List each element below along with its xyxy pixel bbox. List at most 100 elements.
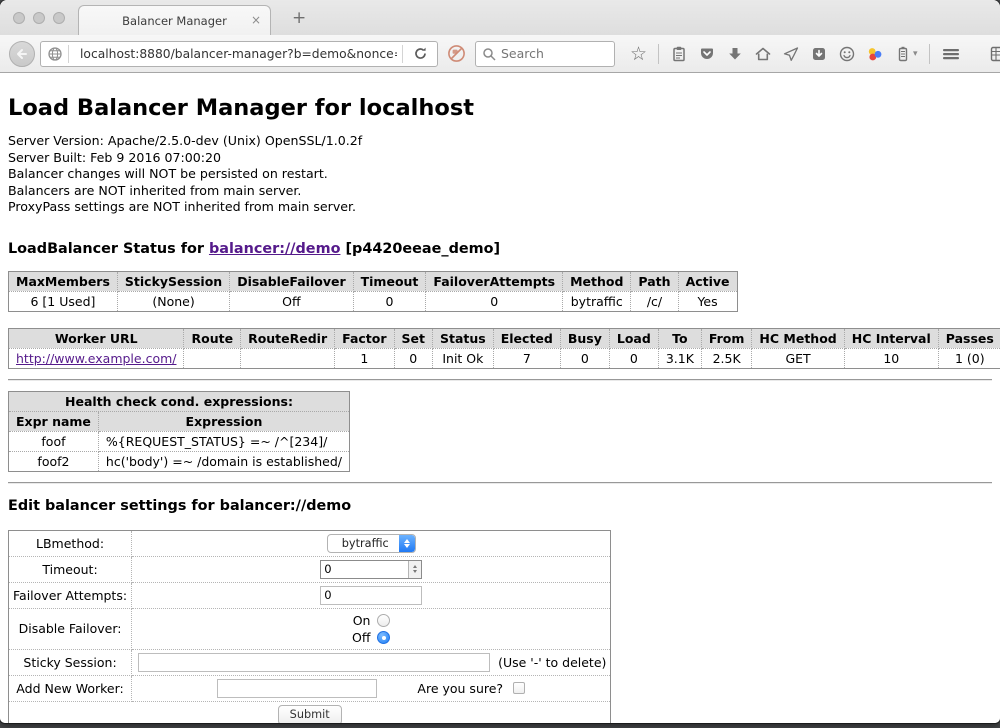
toolbar-right-group [936, 42, 1000, 66]
balancer-demo-link[interactable]: balancer://demo [209, 241, 341, 257]
off-label: Off [352, 630, 370, 645]
timeout-label: Timeout: [9, 556, 132, 582]
form-row-lbmethod: LBmethod: bytraffic [9, 530, 611, 556]
tab-bar: Balancer Manager × + [0, 0, 1000, 35]
health-check-table: Health check cond. expressions: Expr nam… [8, 391, 350, 472]
number-spinner-icon[interactable] [408, 561, 421, 578]
col-maxmembers: MaxMembers [9, 271, 118, 291]
send-plane-icon [782, 45, 800, 63]
failover-attempts-input[interactable] [320, 586, 422, 605]
search-input[interactable] [501, 46, 608, 61]
form-row-timeout: Timeout: [9, 556, 611, 582]
window-zoom-button[interactable] [53, 12, 65, 24]
tab-title: Balancer Manager [122, 14, 227, 28]
toolbar-buttons: ☆ [625, 42, 936, 66]
back-button[interactable] [9, 41, 35, 67]
url-bar[interactable]: localhost:8880/balancer-manager?b=demo&n… [40, 41, 438, 67]
add-worker-label: Add New Worker: [9, 675, 132, 701]
table-row: foof %{REQUEST_STATUS} =~ /^[234]/ [9, 431, 350, 451]
edit-settings-heading: Edit balancer settings for balancer://de… [8, 498, 992, 514]
browser-window: Balancer Manager × + localhost:8880/bala… [0, 0, 1000, 723]
url-text[interactable]: localhost:8880/balancer-manager?b=demo&n… [80, 47, 397, 61]
colors-button[interactable] [861, 42, 889, 66]
col-active: Active [678, 271, 737, 291]
pocket-icon [698, 45, 716, 63]
add-worker-input[interactable] [217, 679, 377, 698]
sticky-session-label: Sticky Session: [9, 649, 132, 675]
pocket-button[interactable] [693, 42, 721, 66]
timeout-input[interactable] [321, 561, 408, 578]
submit-button[interactable]: Submit [278, 705, 342, 723]
block-button[interactable] [447, 44, 466, 63]
page-title: Load Balancer Manager for localhost [8, 95, 992, 121]
sticky-session-input[interactable] [138, 653, 490, 672]
server-info: Server Version: Apache/2.5.0-dev (Unix) … [8, 133, 992, 216]
window-minimize-button[interactable] [33, 12, 45, 24]
worker-url-link[interactable]: http://www.example.com/ [16, 351, 176, 366]
timeout-field-wrap [320, 560, 422, 579]
reload-button[interactable] [408, 43, 433, 64]
smiley-icon [838, 45, 856, 63]
col-expression: Expression [98, 411, 349, 431]
tab-close-icon[interactable]: × [251, 14, 261, 26]
back-arrow-icon [15, 47, 29, 61]
bookmark-star-button[interactable]: ☆ [625, 42, 652, 66]
table-row: http://www.example.com/ 1 0 Init Ok 7 0 … [9, 348, 1000, 368]
clipboard-button[interactable] [665, 42, 693, 66]
lbmethod-select[interactable]: bytraffic [327, 534, 416, 553]
add-worker-cell: Are you sure? [136, 679, 606, 698]
urlbar-divider [68, 45, 69, 63]
edit-balancer-form: LBmethod: bytraffic Timeout: [8, 530, 611, 723]
status-heading-prefix: LoadBalancer Status for [8, 241, 209, 257]
form-row-sticky: Sticky Session: (Use '-' to delete) [9, 649, 611, 675]
panel-button[interactable] [984, 42, 1000, 66]
sticky-cell: (Use '-' to delete) [136, 653, 606, 672]
battery-button[interactable]: ▾ [889, 42, 923, 66]
send-button[interactable] [777, 42, 805, 66]
grid-panel-icon [989, 45, 1000, 63]
off-radio[interactable] [377, 631, 390, 644]
downloads-button[interactable] [721, 42, 749, 66]
battery-icon [894, 45, 912, 63]
menu-button[interactable] [936, 42, 966, 66]
home-icon [754, 45, 772, 63]
download-arrow-icon [726, 45, 744, 63]
navigation-toolbar: localhost:8880/balancer-manager?b=demo&n… [0, 35, 1000, 73]
download-box-button[interactable] [805, 42, 833, 66]
window-close-button[interactable] [13, 12, 25, 24]
divider [8, 379, 992, 381]
home-button[interactable] [749, 42, 777, 66]
sticky-hint: (Use '-' to delete) [498, 655, 606, 670]
table-header-row: MaxMembers StickySession DisableFailover… [9, 271, 738, 291]
on-radio[interactable] [377, 614, 390, 627]
select-stepper-icon [399, 535, 415, 552]
lbmethod-selected-value: bytraffic [328, 535, 399, 552]
disable-failover-label: Disable Failover: [9, 608, 132, 649]
proxypass-note: ProxyPass settings are NOT inherited fro… [8, 199, 992, 216]
table-title-row: Health check cond. expressions: [9, 391, 350, 411]
balancer-status-table: MaxMembers StickySession DisableFailover… [8, 271, 738, 312]
search-bar[interactable] [475, 41, 615, 67]
search-icon [482, 47, 496, 61]
table-header-row: Worker URL Route RouteRedir Factor Set S… [9, 328, 1000, 348]
persist-note: Balancer changes will NOT be persisted o… [8, 166, 992, 183]
col-expr-name: Expr name [9, 411, 99, 431]
page-content: Load Balancer Manager for localhost Serv… [0, 73, 1000, 723]
are-you-sure-checkbox[interactable] [513, 682, 525, 694]
blocked-icon [447, 44, 466, 63]
col-worker-url: Worker URL [9, 328, 184, 348]
table-row: foof2 hc('body') =~ /domain is establish… [9, 451, 350, 471]
clipboard-icon [670, 45, 688, 63]
new-tab-button[interactable]: + [284, 6, 314, 30]
chevron-down-icon: ▾ [913, 49, 918, 59]
color-dots-icon [866, 45, 884, 63]
reload-icon [413, 46, 428, 61]
form-row-disable-failover: Disable Failover: On Off [9, 608, 611, 649]
status-heading: LoadBalancer Status for balancer://demo … [8, 241, 992, 257]
col-failoverattempts: FailoverAttempts [426, 271, 563, 291]
worker-status-table: Worker URL Route RouteRedir Factor Set S… [8, 328, 1000, 369]
table-row: 6 [1 Used] (None) Off 0 0 bytraffic /c/ … [9, 291, 738, 311]
feedback-button[interactable] [833, 42, 861, 66]
inherit-note: Balancers are NOT inherited from main se… [8, 183, 992, 200]
tab-balancer-manager[interactable]: Balancer Manager × [78, 5, 271, 35]
